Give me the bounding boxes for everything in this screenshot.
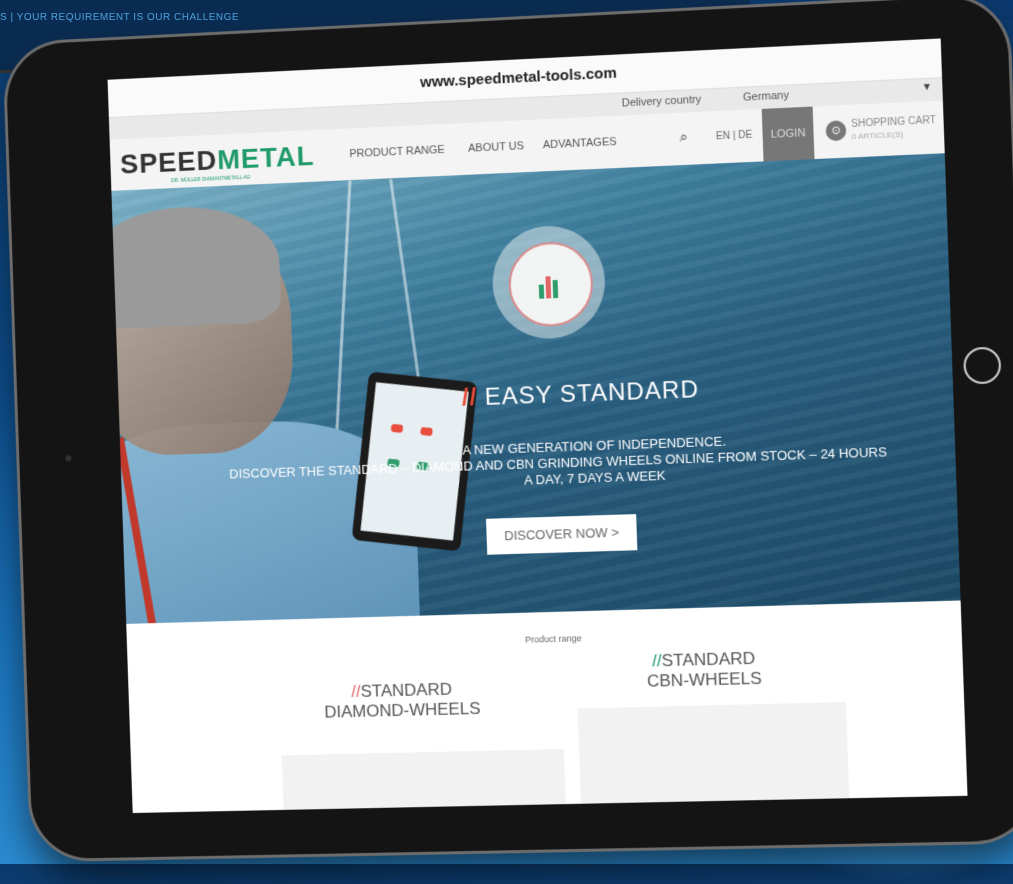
search-icon[interactable]: ⌕ bbox=[679, 129, 688, 146]
delivery-country-label: Delivery country bbox=[622, 94, 702, 110]
tablet-device: www.speedmetal-tools.com Delivery countr… bbox=[5, 0, 1013, 859]
camera-icon bbox=[65, 455, 71, 461]
cart-count: 0 ARTICLE(S) bbox=[851, 130, 903, 142]
nav-product-range[interactable]: PRODUCT RANGE bbox=[349, 144, 445, 160]
background-tagline: S | YOUR REQUIREMENT IS OUR CHALLENGE bbox=[0, 12, 239, 23]
product-card[interactable] bbox=[578, 702, 850, 809]
delivery-country-value[interactable]: Germany bbox=[743, 89, 789, 103]
product-diamond-wheels[interactable]: //STANDARD DIAMOND-WHEELS bbox=[323, 679, 480, 723]
nav-about-us[interactable]: ABOUT US bbox=[468, 140, 524, 155]
bar-chart-icon bbox=[538, 270, 563, 299]
product-range-label: Product range bbox=[525, 633, 582, 645]
chevron-down-icon[interactable]: ▼ bbox=[922, 82, 933, 94]
logo[interactable]: SPEEDMETAL bbox=[120, 140, 315, 181]
nav-advantages[interactable]: ADVANTAGES bbox=[543, 136, 617, 151]
tablet-screen: www.speedmetal-tools.com Delivery countr… bbox=[108, 38, 968, 813]
hero-banner: // EASY STANDARD A NEW GENERATION OF IND… bbox=[111, 153, 960, 624]
language-switcher[interactable]: EN | DE bbox=[716, 130, 753, 143]
shopping-cart-link[interactable]: SHOPPING CART bbox=[851, 115, 936, 130]
login-button[interactable]: LOGIN bbox=[762, 107, 815, 162]
home-button[interactable] bbox=[963, 346, 1002, 384]
product-cbn-wheels[interactable]: //STANDARD CBN-WHEELS bbox=[646, 649, 762, 692]
cart-icon[interactable]: ⊙ bbox=[825, 120, 846, 141]
product-card[interactable] bbox=[282, 749, 566, 813]
discover-now-button[interactable]: DISCOVER NOW > bbox=[486, 514, 637, 555]
